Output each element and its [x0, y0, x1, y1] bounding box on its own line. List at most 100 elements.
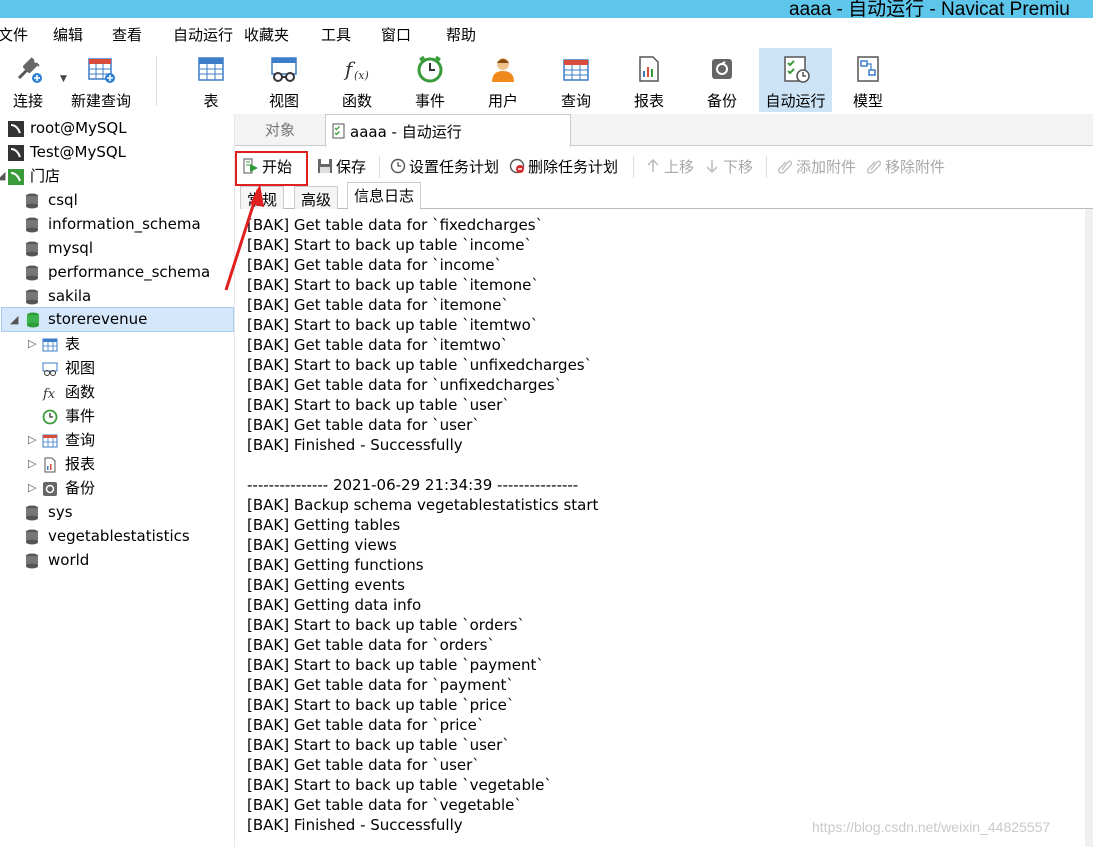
toolbar-divider: [633, 156, 634, 178]
log-line: [BAK] Get table data for `user`: [247, 756, 480, 774]
expand-arrow-icon[interactable]: ▷: [28, 428, 36, 452]
clock-icon: [390, 158, 406, 174]
menu-file[interactable]: 文件: [0, 24, 28, 45]
collapse-arrow-icon[interactable]: ◢: [0, 164, 5, 188]
tree-db-sakila[interactable]: sakila: [24, 284, 229, 308]
tree-db-vegetablestatistics[interactable]: vegetablestatistics: [24, 524, 229, 548]
menu-view[interactable]: 查看: [112, 24, 142, 45]
tab-message-log[interactable]: 信息日志: [347, 182, 422, 210]
table-button[interactable]: 表: [185, 48, 237, 112]
attachment-remove-icon: [867, 160, 881, 174]
user-button[interactable]: 用户: [477, 48, 529, 112]
tree-connection-root[interactable]: root@MySQL: [8, 116, 228, 140]
mysql-connection-icon: [8, 169, 24, 185]
tree-child-events[interactable]: 事件: [42, 404, 227, 428]
log-line: --------------- 2021-06-29 21:34:39 ----…: [247, 476, 579, 494]
table-icon: [198, 57, 224, 81]
new-query-label: 新建查询: [70, 92, 131, 110]
table-icon: [42, 338, 58, 352]
user-icon: [492, 58, 514, 82]
save-icon: [318, 159, 332, 173]
log-line: [BAK] Getting events: [247, 576, 405, 594]
expand-arrow-icon[interactable]: ▷: [28, 452, 36, 476]
tab-general[interactable]: 常规: [240, 186, 285, 209]
database-icon: [26, 265, 38, 281]
tree-db-mysql[interactable]: mysql: [24, 236, 229, 260]
tab-objects[interactable]: 对象: [235, 114, 325, 146]
pane-divider[interactable]: [234, 114, 235, 847]
new-query-icon: [88, 58, 115, 83]
toolbar-divider: [379, 156, 380, 178]
connect-button[interactable]: 连接: [2, 48, 54, 112]
toolbar-divider: [766, 156, 767, 178]
new-query-button[interactable]: 新建查询: [68, 48, 134, 112]
tree-child-functions[interactable]: fx 函数: [42, 380, 227, 404]
tree-child-backups[interactable]: 备份: [42, 476, 227, 500]
arrow-up-icon: [647, 158, 659, 172]
log-line: [BAK] Start to back up table `income`: [247, 236, 533, 254]
expand-arrow-icon[interactable]: ▷: [28, 476, 36, 500]
database-icon: [26, 241, 38, 257]
tree-db-information-schema[interactable]: information_schema: [24, 212, 229, 236]
tree-child-reports[interactable]: 报表: [42, 452, 227, 476]
log-line: [BAK] Getting data info: [247, 596, 422, 614]
tab-automation-aaaa[interactable]: aaaa - 自动运行: [325, 114, 571, 147]
tree-db-storerevenue[interactable]: ◢ storerevenue: [1, 307, 234, 332]
tree-db-csql[interactable]: csql: [24, 188, 229, 212]
tab-advanced[interactable]: 高级: [294, 186, 339, 209]
automation-icon: [332, 123, 345, 139]
view-button[interactable]: 视图: [258, 48, 310, 112]
title-bar: aaaa - 自动运行 - Navicat Premiu: [0, 0, 1093, 18]
log-line: [BAK] Start to back up table `user`: [247, 396, 510, 414]
function-button[interactable]: f (x) 函数: [331, 48, 383, 112]
menu-edit[interactable]: 编辑: [53, 24, 83, 45]
log-line: [BAK] Getting views: [247, 536, 397, 554]
dropdown-arrow-icon[interactable]: ▼: [60, 74, 67, 84]
automation-button[interactable]: 自动运行: [759, 48, 832, 112]
log-line: [BAK] Get table data for `price`: [247, 716, 485, 734]
tree-child-tables[interactable]: 表: [42, 332, 227, 356]
menu-favorites[interactable]: 收藏夹: [244, 24, 289, 45]
backup-button[interactable]: 备份: [696, 48, 748, 112]
plug-icon: [17, 57, 42, 83]
menu-automation[interactable]: 自动运行: [173, 24, 233, 45]
main-toolbar: 连接 ▼ 新建查询 表 视图 f (x) 函数 事件 用户 查询 报表 备份 自…: [0, 48, 1093, 114]
user-label: 用户: [487, 92, 518, 110]
menu-tools[interactable]: 工具: [321, 24, 351, 45]
log-line: [BAK] Get table data for `itemtwo`: [247, 336, 509, 354]
expand-arrow-icon[interactable]: ▷: [28, 332, 36, 356]
tree-child-views[interactable]: 视图: [42, 356, 227, 380]
report-button[interactable]: 报表: [623, 48, 675, 112]
log-line: [BAK] Start to back up table `orders`: [247, 616, 525, 634]
menu-help[interactable]: 帮助: [446, 24, 476, 45]
model-button[interactable]: 模型: [842, 48, 894, 112]
tree-child-queries[interactable]: 查询: [42, 428, 227, 452]
log-line: [BAK] Start to back up table `unfixedcha…: [247, 356, 593, 374]
tree-db-sys[interactable]: sys: [24, 500, 229, 524]
tree-connection-test[interactable]: Test@MySQL: [8, 140, 228, 164]
delete-clock-icon: [509, 158, 525, 174]
log-line: [BAK] Get table data for `payment`: [247, 676, 514, 694]
model-icon: [857, 56, 879, 82]
vertical-scrollbar[interactable]: [1085, 209, 1093, 847]
svg-text:(x): (x): [354, 69, 369, 82]
collapse-arrow-icon[interactable]: ◢: [10, 308, 18, 331]
database-icon: [26, 193, 38, 209]
view-icon: [42, 362, 58, 376]
database-icon: [27, 312, 39, 328]
svg-text:fx: fx: [42, 387, 56, 401]
automation-label: 自动运行: [765, 92, 826, 110]
tree-db-world[interactable]: world: [24, 548, 229, 572]
menu-window[interactable]: 窗口: [381, 24, 411, 45]
tree-db-performance-schema[interactable]: performance_schema: [24, 260, 229, 284]
clock-icon: [42, 409, 58, 425]
log-line: [BAK] Get table data for `user`: [247, 416, 480, 434]
report-icon: [639, 56, 659, 82]
highlight-box: [235, 151, 308, 186]
log-line: [BAK] Start to back up table `price`: [247, 696, 515, 714]
event-button[interactable]: 事件: [404, 48, 456, 112]
tree-connection-store[interactable]: 门店: [8, 164, 228, 188]
backup-label: 备份: [706, 92, 737, 110]
query-button[interactable]: 查询: [550, 48, 602, 112]
